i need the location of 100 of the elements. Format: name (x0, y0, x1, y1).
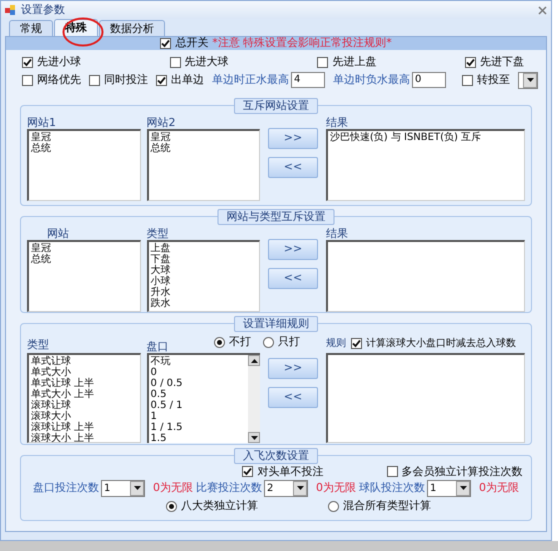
list-item[interactable]: 大球 (150, 265, 258, 276)
transfer-button[interactable]: >> (268, 128, 318, 149)
input-field[interactable]: 4 (291, 72, 325, 88)
list-item[interactable]: 1 / 1.5 (150, 422, 246, 433)
list-item[interactable]: 皇冠 (150, 132, 258, 143)
list-box[interactable] (326, 240, 526, 312)
list-item[interactable]: 总统 (31, 254, 138, 265)
checkbox[interactable] (242, 466, 254, 478)
list-item[interactable]: 单式大小 (31, 367, 138, 378)
list-box[interactable]: 上盘 下盘 大球 小球 升水 跌水 (146, 240, 260, 312)
list-item[interactable]: 0.5 (150, 389, 246, 400)
list-item[interactable]: 单式让球 (31, 356, 138, 367)
group-title: 互斥网站设置 (234, 98, 318, 114)
list-item[interactable]: 滚球大小 (31, 411, 138, 422)
list-item[interactable]: 总统 (150, 143, 258, 154)
dropdown[interactable]: 1 (101, 480, 145, 496)
checkbox[interactable] (170, 56, 181, 68)
list-item[interactable]: 0.5 / 1 (150, 400, 246, 411)
checkbox[interactable] (156, 74, 167, 86)
list-label: 结果 (326, 116, 349, 129)
list-item[interactable]: 不玩 (150, 356, 246, 367)
list-label: 盘口 (146, 340, 169, 353)
list-item[interactable]: 单式大小 上半 (31, 389, 138, 400)
hint-text: 0为无限 (153, 480, 193, 496)
checkbox[interactable] (465, 56, 476, 68)
transfer-button[interactable]: >> (268, 239, 318, 260)
radio-label: 八大类独立计算 (181, 498, 258, 514)
list-label: 规则 (326, 337, 346, 351)
radio-label: 不打 (229, 334, 252, 350)
checkbox-label: 对头单不投注 (257, 464, 324, 480)
list-label: 结果 (326, 227, 349, 240)
group-title: 网站与类型互斥设置 (218, 209, 334, 225)
radio-button[interactable] (263, 336, 274, 348)
checkbox[interactable] (22, 74, 33, 86)
list-item[interactable]: 皇冠 (31, 132, 138, 143)
app-icon (5, 4, 17, 16)
check-icon (23, 58, 32, 67)
field-label: 单边时正水最高 (212, 72, 289, 88)
list-box[interactable]: 沙巴快速(负) 与 ISNBET(负) 互斥 (326, 129, 526, 201)
tab[interactable]: 常规 (9, 20, 53, 36)
list-item[interactable]: 总统 (31, 143, 138, 154)
list-box[interactable]: 皇冠 总统 (146, 129, 260, 201)
list-item[interactable]: 下盘 (150, 254, 258, 265)
dropdown-arrow-icon (296, 486, 304, 490)
dropdown-arrow-icon (134, 486, 140, 490)
check-icon (466, 58, 476, 66)
dropdown[interactable]: 1 (427, 480, 471, 496)
scroll-up-icon[interactable] (250, 358, 258, 362)
checkbox-label: 计算滚球大小盘口时减去总入球数 (366, 336, 516, 351)
list-item[interactable]: 滚球让球 上半 (31, 422, 138, 433)
list-item[interactable]: 1.5 (150, 433, 246, 443)
hint-text: 0为无限 (316, 480, 356, 496)
checkbox[interactable] (160, 38, 172, 49)
checkbox-label: 总开关 (175, 35, 208, 52)
list-item[interactable]: 0 (150, 367, 246, 378)
checkbox[interactable] (386, 466, 398, 478)
list-item[interactable]: 1 (150, 411, 246, 422)
list-item[interactable]: 小球 (150, 276, 258, 287)
annotation-ellipse (62, 17, 104, 47)
dropdown[interactable]: 2 (264, 480, 308, 496)
list-item[interactable]: 沙巴快速(负) 与 ISNBET(负) 互斥 (330, 132, 522, 143)
transfer-button[interactable]: << (268, 157, 318, 178)
group-title: 设置详细规则 (234, 316, 318, 332)
list-item[interactable]: 升水 (150, 287, 258, 298)
checkbox[interactable] (317, 56, 328, 68)
scrollbar[interactable] (248, 355, 260, 443)
transfer-button[interactable]: >> (268, 358, 318, 379)
checkbox[interactable] (89, 74, 100, 86)
list-box[interactable] (326, 353, 526, 443)
checkbox[interactable] (22, 56, 33, 68)
radio-button[interactable] (328, 500, 339, 512)
checkbox[interactable] (350, 338, 362, 349)
list-item[interactable]: 滚球让球 (31, 400, 138, 411)
radio-button[interactable] (214, 336, 226, 348)
checkbox-label: 先进下盘 (480, 54, 524, 70)
checkbox-label: 转投至 (477, 72, 510, 88)
dropdown-arrow-icon (460, 486, 466, 490)
transfer-button[interactable]: << (268, 387, 318, 408)
radio-label: 只打 (278, 334, 300, 350)
transfer-button[interactable]: << (268, 268, 318, 289)
list-item[interactable]: 0 / 0.5 (150, 378, 246, 389)
list-item[interactable]: 单式让球 上半 (31, 378, 138, 389)
field-label: 单边时负水最高 (333, 72, 410, 88)
input-field[interactable]: 0 (412, 72, 446, 88)
tab[interactable]: 数据分析 (99, 20, 165, 36)
close-icon[interactable] (538, 6, 547, 14)
list-box[interactable]: 皇冠 总统 (27, 240, 141, 312)
list-item[interactable]: 滚球大小 上半 (31, 433, 138, 442)
dropdown-arrow-icon (526, 78, 534, 82)
checkbox-label: 先进小球 (37, 54, 81, 70)
radio-button[interactable] (166, 500, 177, 512)
checkbox-label: 网络优先 (37, 72, 81, 88)
checkbox[interactable] (462, 74, 473, 86)
list-item[interactable]: 上盘 (150, 243, 258, 254)
list-item[interactable]: 皇冠 (31, 243, 138, 254)
list-item[interactable]: 跌水 (150, 298, 258, 309)
list-box[interactable]: 单式让球 单式大小 单式让球 上半 单式大小 上半 滚球让球 滚球大小 滚球让球 上半 滚球大小 上半 (27, 353, 141, 443)
list-box[interactable]: 皇冠 总统 (27, 129, 141, 201)
check-icon (243, 467, 252, 476)
dropdown[interactable] (518, 72, 538, 88)
